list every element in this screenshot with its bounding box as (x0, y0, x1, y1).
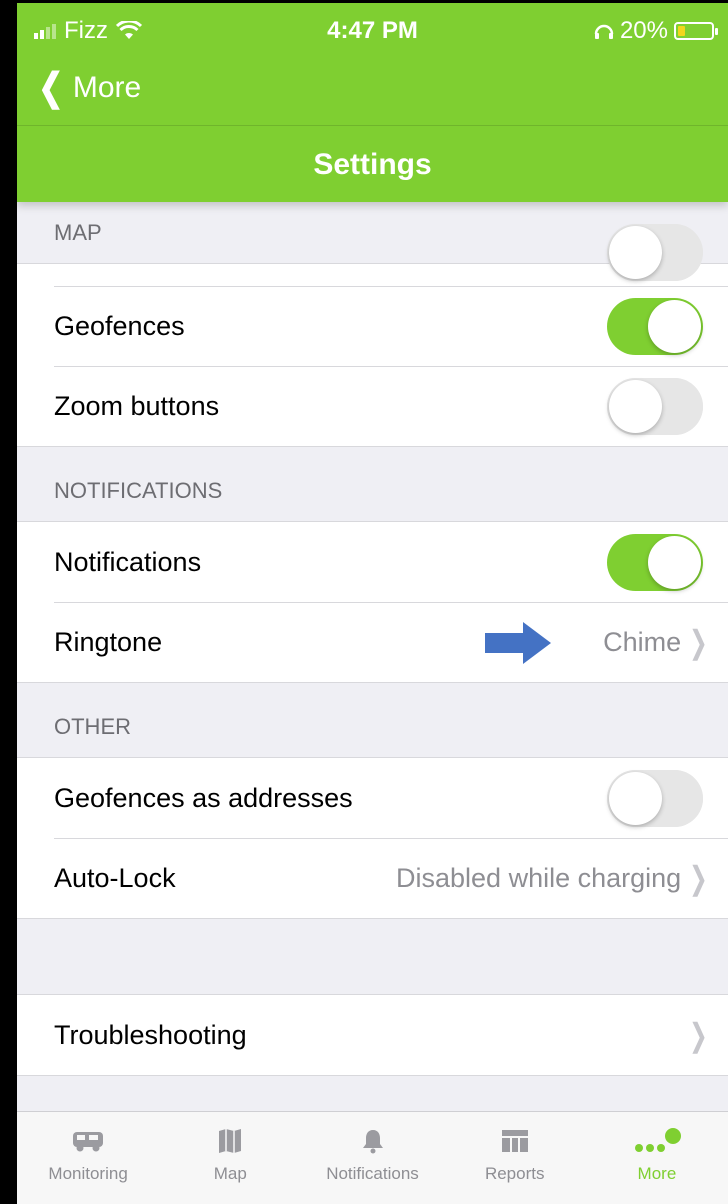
annotation-arrow-icon (485, 622, 551, 664)
nav-header: Fizz 4:47 PM 20% ❮ More Settings (17, 3, 728, 202)
tab-more[interactable]: More (586, 1112, 728, 1204)
tab-bar: Monitoring Map Notifications Reports Mor… (17, 1111, 728, 1204)
tab-label: More (637, 1164, 677, 1183)
tab-notifications[interactable]: Notifications (301, 1112, 443, 1204)
auto-lock-value: Disabled while charging (396, 862, 682, 893)
auto-lock-label: Auto-Lock (54, 862, 176, 893)
battery-percent: 20% (619, 17, 668, 44)
tab-reports[interactable]: Reports (444, 1112, 586, 1204)
geofences-toggle[interactable] (607, 298, 703, 355)
section-header-other: OTHER (17, 683, 728, 758)
notifications-label: Notifications (54, 546, 202, 577)
zoom-buttons-label: Zoom buttons (54, 390, 220, 421)
notifications-group: Notifications Ringtone Chime ❯ (17, 522, 728, 683)
troubleshooting-label: Troubleshooting (54, 1019, 247, 1050)
tab-label: Notifications (326, 1164, 419, 1183)
partial-toggle (607, 224, 703, 281)
back-label: More (72, 71, 142, 104)
support-group: Troubleshooting ❯ (17, 994, 728, 1076)
toggle-knob (648, 300, 701, 353)
zoom-buttons-toggle[interactable] (607, 378, 703, 435)
other-group: Geofences as addresses Auto-Lock Disable… (17, 758, 728, 919)
back-button[interactable]: ❮ More (35, 69, 141, 107)
chevron-right-icon: ❯ (689, 860, 708, 896)
list-item-geofences: Geofences (17, 286, 728, 366)
status-bar: Fizz 4:47 PM 20% (17, 3, 728, 59)
status-right: 20% (594, 17, 718, 45)
headphones-icon (594, 24, 614, 39)
list-item-notifications: Notifications (17, 522, 728, 602)
nav-row: ❮ More (17, 59, 728, 126)
tab-monitoring[interactable]: Monitoring (17, 1112, 159, 1204)
toggle-knob (609, 380, 662, 433)
toggle-knob (648, 536, 701, 589)
list-item-auto-lock[interactable]: Auto-Lock Disabled while charging ❯ (17, 838, 728, 918)
bell-icon (362, 1126, 384, 1156)
ringtone-label: Ringtone (54, 626, 163, 657)
chevron-left-icon: ❮ (38, 67, 64, 109)
screen: Fizz 4:47 PM 20% ❮ More Settings MAP Geo… (17, 3, 728, 1204)
tab-label: Map (213, 1164, 247, 1183)
list-item-zoom-buttons: Zoom buttons (17, 366, 728, 446)
list-item-geofences-as-addresses: Geofences as addresses (17, 758, 728, 838)
toggle-knob (609, 772, 662, 825)
settings-list: MAP Geofences Zoom buttons NOTIFICATIONS… (17, 202, 728, 1076)
ringtone-value: Chime (603, 626, 682, 657)
list-item-ringtone[interactable]: Ringtone Chime ❯ (17, 602, 728, 682)
geofences-as-addresses-toggle[interactable] (607, 770, 703, 827)
page-title: Settings (313, 148, 432, 181)
chevron-right-icon: ❯ (689, 1017, 708, 1053)
section-header-notifications: NOTIFICATIONS (17, 447, 728, 522)
tab-label: Reports (484, 1164, 545, 1183)
map-icon (218, 1126, 242, 1156)
troubleshooting-value-group: ❯ (685, 995, 712, 1075)
geofences-as-addresses-label: Geofences as addresses (54, 782, 353, 813)
ringtone-value-group: Chime ❯ (603, 602, 712, 682)
list-item-partial (17, 224, 728, 286)
battery-icon (674, 22, 718, 40)
geofences-label: Geofences (54, 310, 185, 341)
more-dots-icon (632, 1126, 682, 1156)
tab-label: Monitoring (48, 1164, 128, 1183)
table-icon (501, 1126, 529, 1156)
notifications-toggle[interactable] (607, 534, 703, 591)
list-item-troubleshooting[interactable]: Troubleshooting ❯ (17, 995, 728, 1075)
map-group: Geofences Zoom buttons (17, 224, 728, 447)
tab-map[interactable]: Map (159, 1112, 301, 1204)
auto-lock-value-group: Disabled while charging ❯ (396, 838, 712, 918)
chevron-right-icon: ❯ (689, 624, 708, 660)
van-icon (71, 1126, 105, 1156)
